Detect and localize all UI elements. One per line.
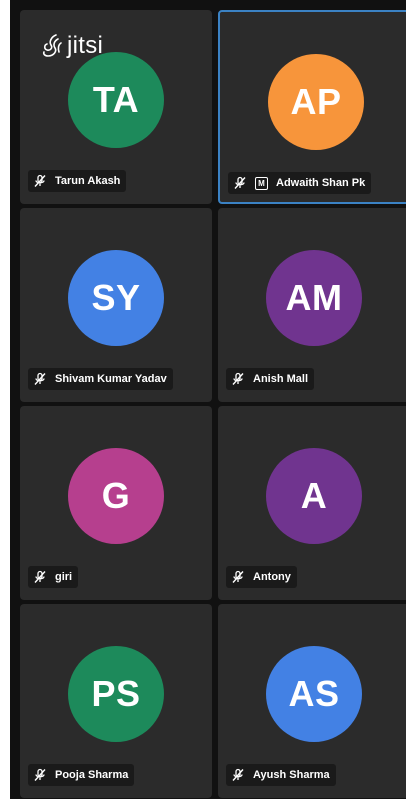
conference-stage: jitsi TA Tarun Akash AP M Adwaith Shan Pk SY S… [10,0,406,799]
participant-nameplate: Antony [226,566,297,588]
participant-tile[interactable]: A Antony [218,406,406,600]
participant-nameplate: M Adwaith Shan Pk [228,172,372,194]
participant-name: Antony [253,571,291,583]
participant-nameplate: Tarun Akash [28,170,127,192]
participant-tile[interactable]: SY Shivam Kumar Yadav [20,208,212,402]
jitsi-logo-icon [42,34,62,57]
participant-avatar: TA [68,52,164,148]
mic-muted-icon [230,767,246,783]
participant-tile[interactable]: PS Pooja Sharma [20,604,212,798]
mic-muted-icon [32,569,48,585]
participant-tile[interactable]: Ggiri [20,406,212,600]
participant-nameplate: Ayush Sharma [226,764,336,786]
participant-name: Tarun Akash [55,175,121,187]
mic-muted-icon [32,371,48,387]
participant-avatar: A [266,448,362,544]
participant-nameplate: Anish Mall [226,368,315,390]
participant-avatar: PS [68,646,164,742]
participant-name: Anish Mall [253,373,309,385]
participant-avatar: SY [68,250,164,346]
participant-avatar: AM [266,250,362,346]
mic-muted-icon [32,767,48,783]
mic-muted-icon [230,371,246,387]
participant-nameplate: giri [28,566,79,588]
participant-avatar: AP [268,54,364,150]
participant-avatar: AS [266,646,362,742]
participant-nameplate: Pooja Sharma [28,764,135,786]
participant-tile[interactable]: AM Anish Mall [218,208,406,402]
participant-name: Adwaith Shan Pk [276,177,366,189]
mic-muted-icon [32,173,48,189]
participant-tile[interactable]: AS Ayush Sharma [218,604,406,798]
mic-muted-icon [232,175,248,191]
participant-nameplate: Shivam Kumar Yadav [28,368,173,390]
participant-grid: TA Tarun Akash AP M Adwaith Shan Pk SY Shivam … [10,0,406,799]
participant-name: Pooja Sharma [55,769,129,781]
jitsi-logo: jitsi [42,32,103,60]
participant-name: Shivam Kumar Yadav [55,373,167,385]
participant-name: giri [55,571,73,583]
participant-tile[interactable]: AP M Adwaith Shan Pk [218,10,406,204]
mic-muted-icon [230,569,246,585]
participant-avatar: G [68,448,164,544]
logo-text: jitsi [67,32,104,59]
moderator-badge-icon: M [255,176,268,190]
participant-name: Ayush Sharma [253,769,330,781]
